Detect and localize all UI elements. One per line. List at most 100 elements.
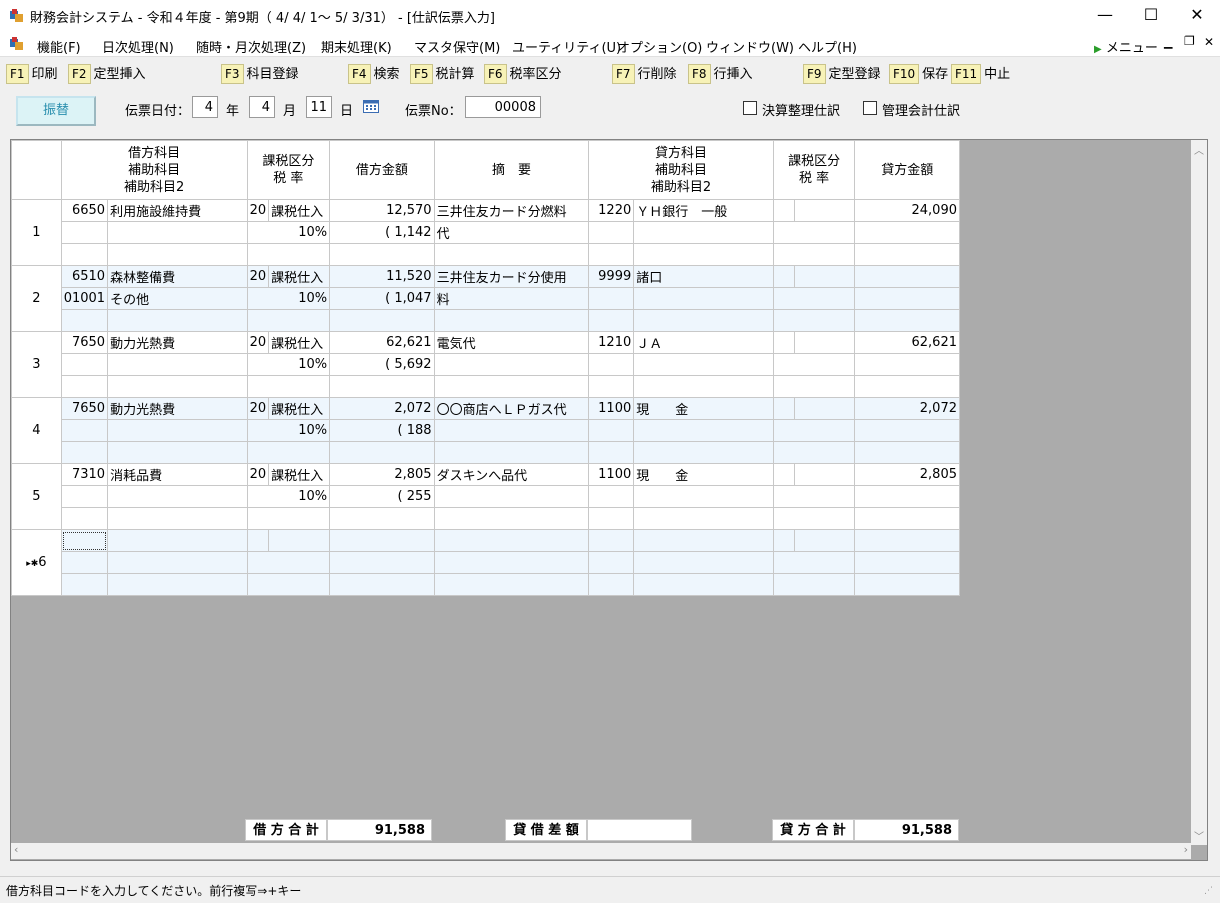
debit-sub2-code[interactable] [60, 375, 109, 398]
debit-sub-name[interactable] [107, 419, 248, 442]
credit-amount[interactable]: 24,090 [854, 199, 960, 222]
summary-line1[interactable]: 三井住友カード分使用 [433, 265, 590, 288]
debit-tax-name[interactable]: 課税仕入 [268, 199, 331, 222]
debit-tax-name[interactable]: 課税仕入 [268, 463, 331, 486]
summary-line1[interactable]: 〇〇商店へＬＰガス代 [433, 397, 590, 420]
menu-shortcut[interactable]: ▶ メニュー [1094, 37, 1158, 56]
maximize-button[interactable]: ☐ [1128, 0, 1174, 30]
row-header[interactable]: 5 [11, 463, 62, 530]
credit-tax-name[interactable] [793, 463, 856, 486]
credit-sub-code[interactable] [588, 353, 635, 376]
f6-tax-rate-button[interactable]: F6 税率区分 [484, 64, 562, 84]
debit-tax-code[interactable]: 20 [246, 199, 270, 222]
debit-tax-code[interactable]: 20 [246, 331, 270, 354]
debit-account-code[interactable]: 7650 [60, 397, 109, 420]
credit-tax-code[interactable] [772, 331, 795, 354]
debit-sub-code[interactable] [60, 353, 109, 376]
summary-line3[interactable] [433, 507, 590, 530]
credit-sub-name[interactable] [633, 353, 774, 376]
menu-help[interactable]: ヘルプ(H) [798, 37, 857, 56]
debit-account-name[interactable] [107, 529, 248, 552]
debit-tax-name[interactable]: 課税仕入 [268, 397, 331, 420]
credit-tax-rate[interactable] [772, 485, 856, 508]
credit-account-name[interactable]: ＹＨ銀行 一般 [633, 199, 774, 222]
credit-account-name[interactable]: ＪＡ [633, 331, 774, 354]
f10-save-button[interactable]: F10 保存 [889, 64, 948, 84]
credit-amount[interactable]: 2,072 [854, 397, 960, 420]
debit-tax-rate[interactable]: 10% [246, 353, 331, 376]
f9-template-register-button[interactable]: F9 定型登録 [803, 64, 881, 84]
credit-sub-code[interactable] [588, 485, 635, 508]
summary-line1[interactable]: ダスキンへ品代 [433, 463, 590, 486]
debit-sub2-code[interactable] [60, 309, 109, 332]
scroll-down-icon[interactable]: ﹀ [1191, 828, 1207, 843]
debit-tax-code[interactable]: 20 [246, 463, 270, 486]
credit-tax-code[interactable] [772, 199, 795, 222]
summary-line3[interactable] [433, 441, 590, 464]
debit-tax-name[interactable]: 課税仕入 [268, 265, 331, 288]
summary-line3[interactable] [433, 573, 590, 596]
menu-daily[interactable]: 日次処理(N) [102, 37, 174, 56]
credit-sub-name[interactable] [633, 551, 774, 574]
f11-cancel-button[interactable]: F11 中止 [951, 64, 1010, 84]
summary-line1[interactable]: 電気代 [433, 331, 590, 354]
credit-account-code[interactable]: 1100 [588, 463, 635, 486]
debit-sub-name[interactable] [107, 485, 248, 508]
vertical-scrollbar[interactable]: ︿ ﹀ [1191, 140, 1207, 845]
credit-sub-name[interactable] [633, 221, 774, 244]
summary-line3[interactable] [433, 375, 590, 398]
debit-sub2-code[interactable] [60, 507, 109, 530]
debit-account-name[interactable]: 利用施設維持費 [107, 199, 248, 222]
row-header[interactable]: 2 [11, 265, 62, 332]
credit-amount[interactable]: 2,805 [854, 463, 960, 486]
credit-sub-code[interactable] [588, 287, 635, 310]
calendar-icon[interactable] [363, 98, 380, 118]
f7-delete-row-button[interactable]: F7 行削除 [612, 64, 677, 84]
debit-sub-code[interactable] [60, 485, 109, 508]
scroll-right-icon[interactable]: › [1184, 843, 1188, 856]
credit-account-name[interactable]: 現 金 [633, 397, 774, 420]
debit-tax-code[interactable]: 20 [246, 265, 270, 288]
debit-tax-rate[interactable]: 10% [246, 485, 331, 508]
credit-account-code[interactable]: 1210 [588, 331, 635, 354]
credit-tax-code[interactable] [772, 463, 795, 486]
f1-print-button[interactable]: F1 印刷 [6, 64, 58, 84]
menu-kino[interactable]: 機能(F) [37, 37, 81, 56]
debit-tax-code[interactable] [246, 529, 270, 552]
minimize-button[interactable]: — [1082, 0, 1128, 30]
credit-amount[interactable] [854, 265, 960, 288]
debit-sub2-name[interactable] [107, 507, 248, 530]
scroll-left-icon[interactable]: ‹ [14, 843, 18, 856]
f8-insert-row-button[interactable]: F8 行挿入 [688, 64, 753, 84]
menu-period-end[interactable]: 期末処理(K) [321, 37, 392, 56]
mdi-minimize-button[interactable]: ▁ [1164, 36, 1172, 49]
debit-sub-name[interactable] [107, 353, 248, 376]
debit-sub-code[interactable] [60, 221, 109, 244]
debit-account-code[interactable]: 6510 [60, 265, 109, 288]
mdi-close-button[interactable]: ✕ [1204, 35, 1214, 49]
debit-amount[interactable]: 2,805 [329, 463, 435, 486]
debit-sub2-name[interactable] [107, 441, 248, 464]
summary-line2[interactable]: 料 [433, 287, 590, 310]
credit-account-name[interactable]: 諸口 [633, 265, 774, 288]
credit-sub-code[interactable] [588, 551, 635, 574]
debit-tax-rate[interactable] [246, 551, 331, 574]
credit-sub2-name[interactable] [633, 309, 774, 332]
debit-sub-code[interactable] [60, 551, 109, 574]
credit-tax-rate[interactable] [772, 353, 856, 376]
credit-account-code[interactable]: 9999 [588, 265, 635, 288]
resize-grip-icon[interactable]: ⋰ [1204, 886, 1213, 896]
debit-amount[interactable]: 2,072 [329, 397, 435, 420]
debit-account-name[interactable]: 森林整備費 [107, 265, 248, 288]
credit-tax-name[interactable] [793, 397, 856, 420]
debit-sub2-name[interactable] [107, 573, 248, 596]
credit-tax-name[interactable] [793, 331, 856, 354]
credit-tax-rate[interactable] [772, 287, 856, 310]
close-button[interactable]: ✕ [1174, 0, 1220, 30]
debit-sub-name[interactable] [107, 551, 248, 574]
summary-line2[interactable] [433, 551, 590, 574]
row-header[interactable]: 3 [11, 331, 62, 398]
f5-tax-calc-button[interactable]: F5 税計算 [410, 64, 475, 84]
credit-account-name[interactable] [633, 529, 774, 552]
summary-line3[interactable] [433, 309, 590, 332]
